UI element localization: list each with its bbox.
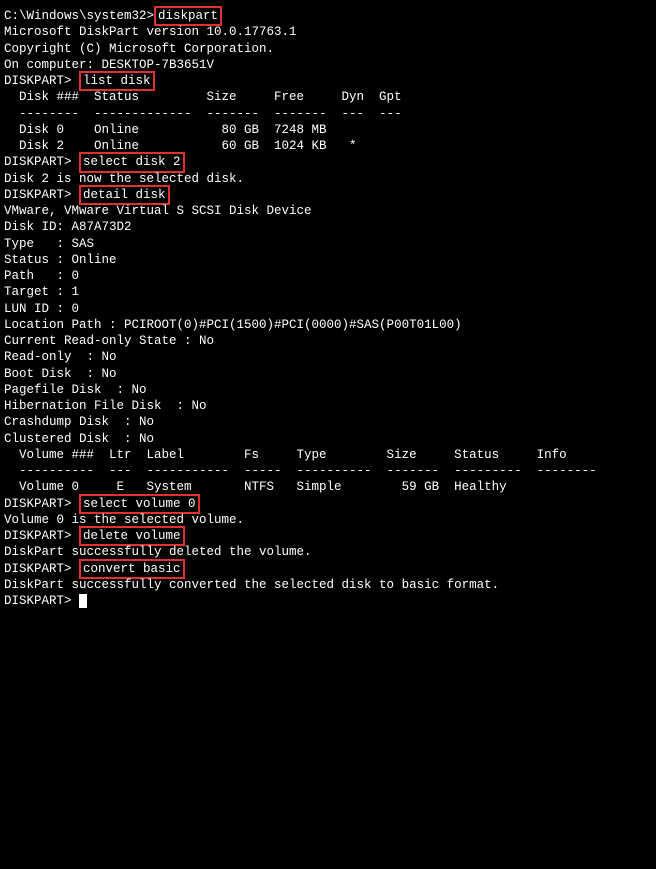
- detail-boot: Boot Disk : No: [4, 366, 652, 382]
- detail-status: Status : Online: [4, 252, 652, 268]
- detail-type: Type : SAS: [4, 236, 652, 252]
- diskpart-prompt: DISKPART>: [4, 74, 79, 88]
- prompt-path: C:\Windows\system32>: [4, 9, 154, 23]
- version-line: Microsoft DiskPart version 10.0.17763.1: [4, 24, 652, 40]
- diskpart-prompt: DISKPART>: [4, 594, 79, 608]
- highlighted-command-diskpart: diskpart: [154, 6, 222, 26]
- diskpart-prompt: DISKPART>: [4, 562, 79, 576]
- detail-location: Location Path : PCIROOT(0)#PCI(1500)#PCI…: [4, 317, 652, 333]
- detail-crashdump: Crashdump Disk : No: [4, 414, 652, 430]
- detail-pagefile: Pagefile Disk : No: [4, 382, 652, 398]
- diskpart-prompt: DISKPART>: [4, 188, 79, 202]
- highlighted-command-select-disk-2: select disk 2: [79, 152, 185, 172]
- detail-id: Disk ID: A87A73D2: [4, 219, 652, 235]
- diskpart-prompt: DISKPART>: [4, 497, 79, 511]
- disk-table-header: Disk ### Status Size Free Dyn Gpt: [4, 89, 652, 105]
- highlighted-command-delete-volume: delete volume: [79, 526, 185, 546]
- detail-path: Path : 0: [4, 268, 652, 284]
- active-prompt-line[interactable]: DISKPART>: [4, 593, 652, 609]
- cmd-line-detail-disk: DISKPART> detail disk: [4, 187, 652, 203]
- copyright-line: Copyright (C) Microsoft Corporation.: [4, 41, 652, 57]
- detail-lun: LUN ID : 0: [4, 301, 652, 317]
- disk-table-sep: -------- ------------- ------- ------- -…: [4, 106, 652, 122]
- detail-readonly: Read-only : No: [4, 349, 652, 365]
- cmd-line-list-disk: DISKPART> list disk: [4, 73, 652, 89]
- cmd-line-convert-basic: DISKPART> convert basic: [4, 561, 652, 577]
- cmd-line-delete-volume: DISKPART> delete volume: [4, 528, 652, 544]
- cmd-line-select-disk: DISKPART> select disk 2: [4, 154, 652, 170]
- diskpart-prompt: DISKPART>: [4, 155, 79, 169]
- cmd-line-select-volume: DISKPART> select volume 0: [4, 496, 652, 512]
- volume-table-sep: ---------- --- ----------- ----- -------…: [4, 463, 652, 479]
- detail-device: VMware, VMware Virtual S SCSI Disk Devic…: [4, 203, 652, 219]
- highlighted-command-convert-basic: convert basic: [79, 559, 185, 579]
- highlighted-command-list-disk: list disk: [79, 71, 155, 91]
- msg-converted: DiskPart successfully converted the sele…: [4, 577, 652, 593]
- detail-hibernation: Hibernation File Disk : No: [4, 398, 652, 414]
- highlighted-command-select-volume-0: select volume 0: [79, 494, 200, 514]
- detail-target: Target : 1: [4, 284, 652, 300]
- detail-readonly-state: Current Read-only State : No: [4, 333, 652, 349]
- volume-table-header: Volume ### Ltr Label Fs Type Size Status…: [4, 447, 652, 463]
- highlighted-command-detail-disk: detail disk: [79, 185, 170, 205]
- cursor-block: [79, 594, 87, 608]
- detail-clustered: Clustered Disk : No: [4, 431, 652, 447]
- disk-table-row: Disk 0 Online 80 GB 7248 MB: [4, 122, 652, 138]
- diskpart-prompt: DISKPART>: [4, 529, 79, 543]
- cmd-line-diskpart: C:\Windows\system32>diskpart: [4, 8, 652, 24]
